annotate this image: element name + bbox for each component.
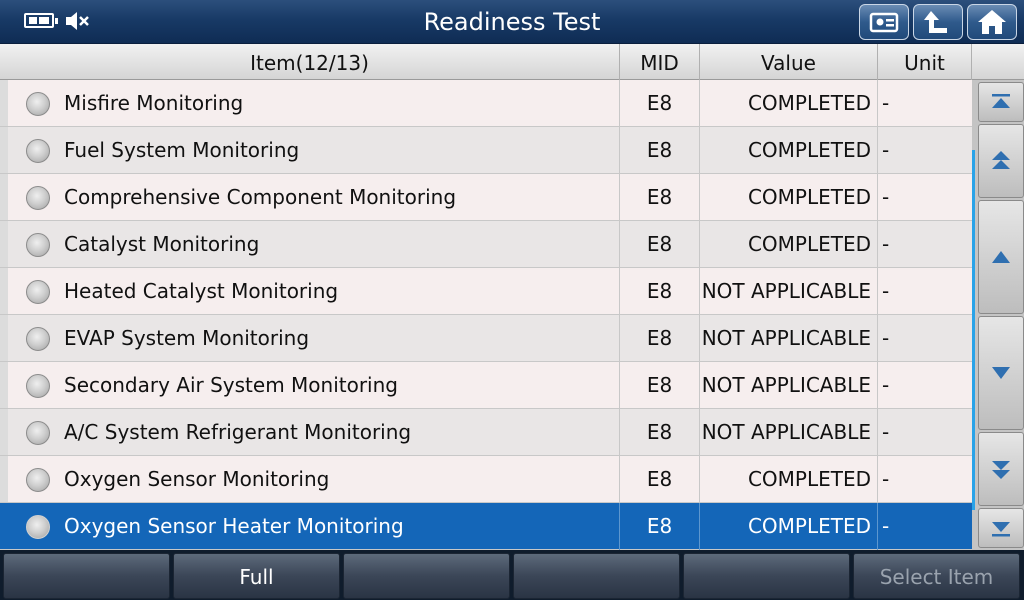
unit-cell: - xyxy=(882,91,890,115)
page-down-icon xyxy=(992,461,1010,479)
scroll-bottom-button[interactable] xyxy=(978,508,1024,548)
item-cell: Oxygen Sensor Monitoring xyxy=(0,456,620,503)
full-button[interactable]: Full xyxy=(173,553,340,599)
item-cell: Fuel System Monitoring xyxy=(0,127,620,174)
page-up-button[interactable] xyxy=(978,124,1024,198)
value-cell: COMPLETED xyxy=(700,503,878,550)
footer-button-3[interactable] xyxy=(343,553,510,599)
mid-cell: E8 xyxy=(620,456,700,503)
home-icon xyxy=(978,10,1006,34)
mid-cell: E8 xyxy=(620,127,700,174)
value-cell: COMPLETED xyxy=(700,221,878,268)
bottom-toolbar: Full Select Item xyxy=(0,550,1024,600)
table-row[interactable]: Misfire Monitoring E8 COMPLETED - xyxy=(0,80,972,127)
value-cell: NOT APPLICABLE xyxy=(700,268,878,315)
scroll-up-icon xyxy=(992,251,1010,263)
table-row[interactable]: Oxygen Sensor Monitoring E8 COMPLETED - xyxy=(0,456,972,503)
column-header-value: Value xyxy=(700,44,878,80)
mid-cell: E8 xyxy=(620,268,700,315)
table-row[interactable]: EVAP System Monitoring E8 NOT APPLICABLE… xyxy=(0,315,972,362)
unit-cell: - xyxy=(882,279,890,303)
mid-cell: E8 xyxy=(620,80,700,127)
mid-cell: E8 xyxy=(620,503,700,550)
value-cell: COMPLETED xyxy=(700,80,878,127)
item-cell: Secondary Air System Monitoring xyxy=(0,362,620,409)
footer-button-1[interactable] xyxy=(3,553,170,599)
page-up-icon xyxy=(992,151,1010,169)
table-row[interactable]: Secondary Air System Monitoring E8 NOT A… xyxy=(0,362,972,409)
unit-cell: - xyxy=(882,185,890,209)
unit-cell: - xyxy=(882,232,890,256)
value-cell: NOT APPLICABLE xyxy=(700,409,878,456)
select-item-button[interactable]: Select Item xyxy=(853,553,1020,599)
unit-cell: - xyxy=(882,467,890,491)
mid-cell: E8 xyxy=(620,409,700,456)
title-bar: Readiness Test xyxy=(0,0,1024,44)
mid-cell: E8 xyxy=(620,174,700,221)
table-row[interactable]: Heated Catalyst Monitoring E8 NOT APPLIC… xyxy=(0,268,972,315)
table-header: Item(12/13) MID Value Unit xyxy=(0,44,1024,80)
mid-cell: E8 xyxy=(620,315,700,362)
item-cell: Comprehensive Component Monitoring xyxy=(0,174,620,221)
unit-cell: - xyxy=(882,514,890,538)
scroll-bottom-icon xyxy=(992,522,1010,537)
unit-cell: - xyxy=(882,420,890,444)
scroll-down-button[interactable] xyxy=(978,316,1024,430)
unit-cell: - xyxy=(882,373,890,397)
value-cell: NOT APPLICABLE xyxy=(700,362,878,409)
home-button[interactable] xyxy=(967,4,1017,40)
item-cell: Heated Catalyst Monitoring xyxy=(0,268,620,315)
item-cell: Oxygen Sensor Heater Monitoring xyxy=(0,503,620,550)
scroll-up-button[interactable] xyxy=(978,200,1024,314)
back-icon xyxy=(924,11,947,33)
scroll-top-icon xyxy=(992,94,1010,108)
value-cell: NOT APPLICABLE xyxy=(700,315,878,362)
table-row[interactable]: A/C System Refrigerant Monitoring E8 NOT… xyxy=(0,409,972,456)
mid-cell: E8 xyxy=(620,362,700,409)
item-cell: Misfire Monitoring xyxy=(0,80,620,127)
item-cell: Catalyst Monitoring xyxy=(0,221,620,268)
item-cell: A/C System Refrigerant Monitoring xyxy=(0,409,620,456)
mid-cell: E8 xyxy=(620,221,700,268)
scroll-top-button[interactable] xyxy=(978,82,1024,122)
table-row-selected[interactable]: Oxygen Sensor Heater Monitoring E8 COMPL… xyxy=(0,503,972,550)
column-header-mid: MID xyxy=(620,44,700,80)
scroll-indicator[interactable] xyxy=(972,150,975,510)
table-row[interactable]: Catalyst Monitoring E8 COMPLETED - xyxy=(0,221,972,268)
page-down-button[interactable] xyxy=(978,432,1024,506)
column-header-item: Item(12/13) xyxy=(0,44,620,80)
scroll-down-icon xyxy=(992,367,1010,379)
report-button[interactable] xyxy=(859,4,909,40)
footer-button-4[interactable] xyxy=(513,553,680,599)
value-cell: COMPLETED xyxy=(700,456,878,503)
column-header-spacer xyxy=(972,44,1024,80)
table-row[interactable]: Fuel System Monitoring E8 COMPLETED - xyxy=(0,127,972,174)
unit-cell: - xyxy=(882,326,890,350)
value-cell: COMPLETED xyxy=(700,127,878,174)
back-button[interactable] xyxy=(913,4,963,40)
item-cell: EVAP System Monitoring xyxy=(0,315,620,362)
value-cell: COMPLETED xyxy=(700,174,878,221)
report-icon xyxy=(869,12,899,33)
readiness-table: Misfire Monitoring E8 COMPLETED - Fuel S… xyxy=(0,80,972,550)
footer-button-5[interactable] xyxy=(683,553,850,599)
unit-cell: - xyxy=(882,138,890,162)
column-header-unit: Unit xyxy=(878,44,972,80)
table-row[interactable]: Comprehensive Component Monitoring E8 CO… xyxy=(0,174,972,221)
